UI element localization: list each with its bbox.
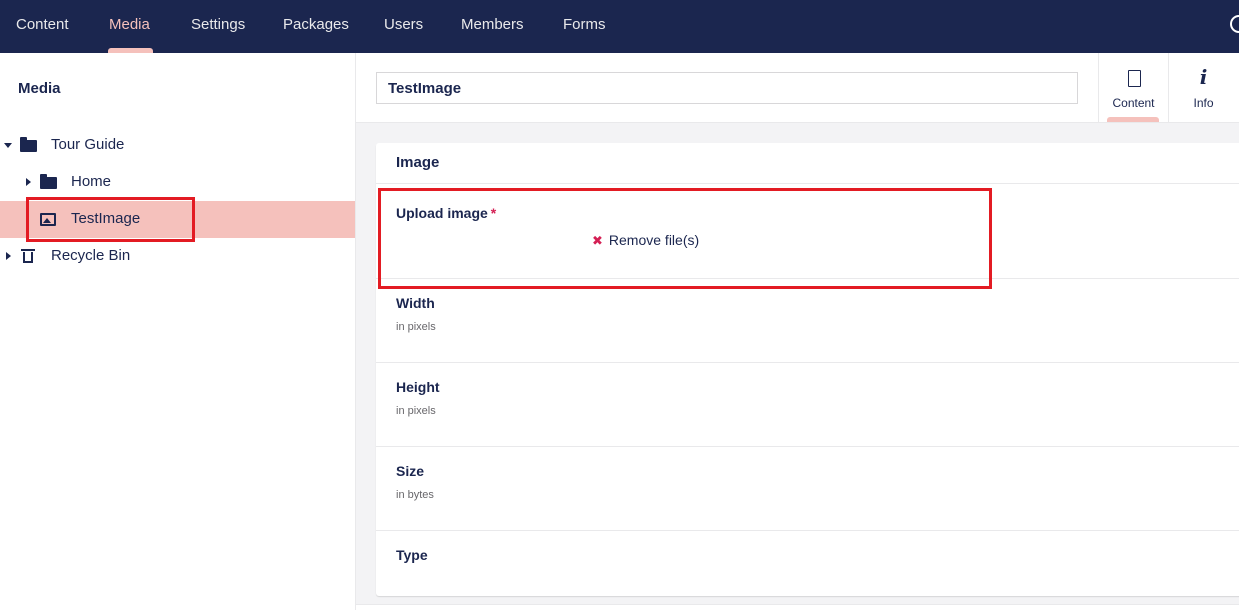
tree-item-tour-guide[interactable]: Tour Guide (0, 127, 355, 164)
footer-strip (356, 604, 1239, 610)
tree-item-home[interactable]: Home (0, 164, 355, 201)
media-name-input[interactable] (376, 72, 1078, 104)
document-icon (1128, 70, 1141, 87)
editor-header: Content i Info (356, 53, 1239, 123)
tree-item-label: Recycle Bin (51, 247, 131, 264)
remove-files-button[interactable]: ✖ Remove file(s) (592, 232, 699, 249)
tab-label: Content (1112, 96, 1155, 110)
group-title: Image (396, 154, 440, 171)
property-description: in bytes (396, 489, 434, 501)
tab-content[interactable]: Content (1098, 53, 1168, 123)
property-label: Width (396, 295, 435, 311)
caret-right-icon[interactable] (26, 178, 31, 186)
trash-icon (21, 249, 35, 263)
sidebar-title: Media (18, 80, 61, 97)
folder-icon (20, 137, 37, 152)
property-upload-image: Upload image * ✖ Remove file(s) (376, 184, 1239, 279)
property-description: in pixels (396, 321, 436, 333)
image-icon (40, 213, 56, 226)
nav-settings[interactable]: Settings (191, 0, 245, 53)
property-description: in pixels (396, 405, 436, 417)
property-width: Width in pixels (376, 279, 1239, 363)
search-icon[interactable] (1230, 15, 1239, 33)
property-size: Size in bytes (376, 447, 1239, 531)
nav-content[interactable]: Content (16, 0, 69, 53)
media-tree-sidebar: Media Tour Guide Home TestImage Recycle … (0, 53, 356, 610)
property-type: Type (376, 531, 1239, 596)
property-height: Height in pixels (376, 363, 1239, 447)
caret-down-icon[interactable] (4, 143, 12, 148)
top-navigation: Content Media Settings Packages Users Me… (0, 0, 1239, 53)
property-label: Size (396, 463, 425, 479)
property-label: Type (396, 547, 428, 563)
tab-label: Info (1193, 96, 1214, 110)
tab-active-indicator (1107, 117, 1159, 122)
close-icon: ✖ (592, 233, 603, 248)
property-label: Height (396, 379, 440, 395)
property-label: Upload image * (396, 205, 497, 221)
nav-users[interactable]: Users (384, 0, 423, 53)
caret-right-icon[interactable] (6, 252, 11, 260)
tab-info[interactable]: i Info (1168, 53, 1238, 123)
required-marker: * (490, 205, 497, 221)
nav-media[interactable]: Media (109, 0, 150, 53)
tree-item-recycle-bin[interactable]: Recycle Bin (0, 238, 355, 275)
nav-packages[interactable]: Packages (283, 0, 349, 53)
property-group-panel: Image Upload image * ✖ Remove file(s) Widt… (376, 143, 1239, 596)
tree-item-label: Home (71, 173, 112, 190)
nav-members[interactable]: Members (461, 0, 524, 53)
tree-item-label: TestImage (71, 210, 141, 227)
tree-item-label: Tour Guide (51, 136, 125, 153)
tree-item-testimage[interactable]: TestImage (0, 201, 355, 238)
nav-forms[interactable]: Forms (563, 0, 606, 53)
info-icon: i (1199, 65, 1208, 89)
folder-icon (40, 174, 57, 189)
